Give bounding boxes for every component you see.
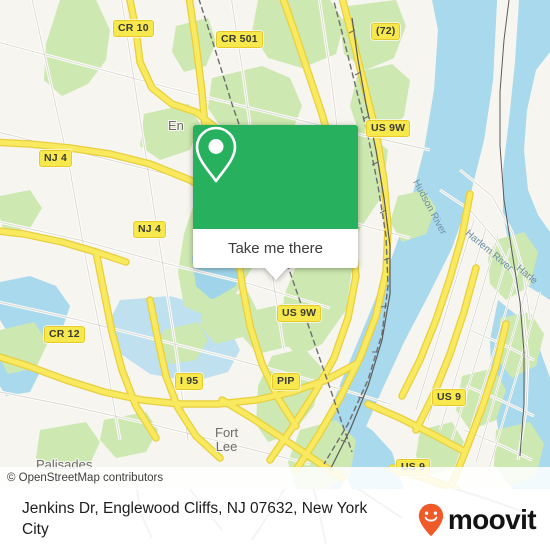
road-shield-72: (72) [371,23,401,40]
map-canvas[interactable]: CR 10 CR 501 (72) US 9W NJ 4 NJ 4 CR 12 … [0,0,550,489]
road-shield-cr-10: CR 10 [113,20,154,37]
map-attribution[interactable]: © OpenStreetMap contributors [0,467,550,489]
popup-icon-area [193,125,358,229]
place-label-fort-lee: Fort Lee [215,425,239,454]
moovit-wordmark: moovit [447,504,537,535]
road-shield-us-9w-mid: US 9W [277,305,322,322]
address-caption: Jenkins Dr, Englewood Cliffs, NJ 07632, … [22,500,368,538]
moovit-pin-smiley-icon [418,503,444,537]
take-me-there-label: Take me there [227,240,324,257]
road-shield-pip: PIP [272,373,300,390]
road-shield-cr-501: CR 501 [216,31,263,48]
take-me-there-button[interactable]: Take me there [193,229,358,268]
caption-bar: Jenkins Dr, Englewood Cliffs, NJ 07632, … [0,489,550,550]
road-shield-nj-4-mid: NJ 4 [133,221,166,238]
screenshot-root: CR 10 CR 501 (72) US 9W NJ 4 NJ 4 CR 12 … [0,0,550,550]
road-shield-us-9-upper: US 9 [432,389,467,406]
popup-pointer-tip [264,268,287,280]
location-popup-card[interactable]: Take me there [193,125,358,280]
moovit-logo[interactable]: moovit [418,503,537,537]
place-label-englewood: En [168,118,184,133]
road-shield-cr-12: CR 12 [44,326,85,343]
road-shield-nj-4-left: NJ 4 [39,150,72,167]
road-shield-us-9w-top: US 9W [366,120,411,137]
map-pin-icon [195,126,237,183]
road-shield-i-95: I 95 [175,373,204,390]
